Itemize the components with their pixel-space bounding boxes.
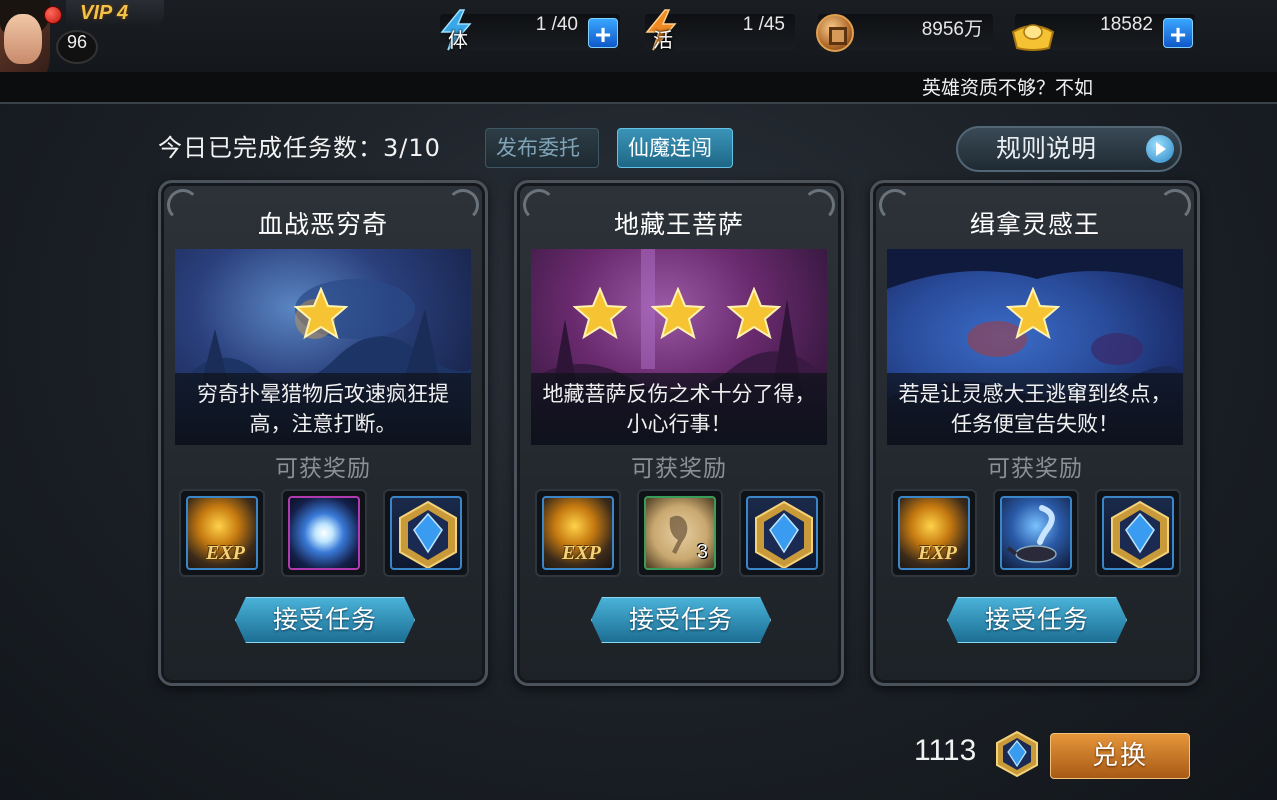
difficulty-star-icon (651, 287, 705, 339)
lightning-blue-icon: 体 (434, 8, 478, 52)
exp-label: EXP (562, 542, 601, 564)
mission-card: 缉拿灵感王 若是让灵感大王逃窜到终点，任务便宣告失败！ 可获奖励 EXP 接受任… (870, 180, 1200, 686)
reward-label: 可获奖励 (275, 456, 371, 482)
vigor-char: 活 (653, 28, 673, 52)
vip-badge[interactable]: VIP 4 (66, 0, 164, 28)
player-level: 96 (56, 30, 98, 64)
copper-value: 8956万 (921, 19, 983, 40)
mission-title: 地藏王菩萨 (613, 210, 744, 239)
copper-resource: 8956万 (816, 14, 993, 52)
mission-description: 若是让灵感大王逃窜到终点，任务便宣告失败！ (887, 373, 1183, 445)
blue-gem-icon (746, 496, 818, 570)
difficulty-star-icon (1006, 287, 1060, 339)
exp-label: EXP (206, 542, 245, 564)
vigor-resource: 活 1 /45 (645, 9, 795, 52)
reward-label: 可获奖励 (631, 456, 727, 482)
magic-lamp-icon (1000, 496, 1072, 570)
stamina-resource: 体 1 /40 + (440, 9, 620, 52)
accept-mission-button[interactable]: 接受任务 (235, 597, 415, 643)
accept-mission-button[interactable]: 接受任务 (591, 597, 771, 643)
reward-items: EXP (177, 489, 473, 581)
stamina-char: 体 (448, 28, 468, 52)
gold-value: 18582 (1100, 14, 1153, 35)
tab-publish-commission[interactable]: 发布委托 (485, 128, 599, 168)
exp-label: EXP (918, 542, 957, 564)
gold-ingot-icon (1009, 18, 1057, 52)
reward-item[interactable]: EXP (179, 489, 265, 577)
mission-card: 血战恶穷奇 穷奇扑晕猎物后攻速疯狂提高，注意打断。 可获奖励 EXP 接受任务 (158, 180, 488, 686)
top-bar: VIP 4 96 体 1 /40 + 活 1 /45 8956万 18582 + (0, 0, 1277, 96)
completed-count: 今日已完成任务数：3/10 (158, 134, 441, 162)
difficulty-star-icon (573, 287, 627, 339)
stamina-value: 1 /40 (535, 14, 578, 35)
tab-xianmo-challenge[interactable]: 仙魔连闯 (617, 128, 733, 168)
reward-item[interactable] (1095, 489, 1181, 577)
accept-mission-button[interactable]: 接受任务 (947, 597, 1127, 643)
avatar-face (4, 14, 42, 64)
add-stamina-button[interactable]: + (588, 18, 618, 50)
scroll-icon: 3 (644, 496, 716, 570)
exchange-button[interactable]: 兑换 (1050, 733, 1190, 779)
play-arrow-icon (1146, 135, 1174, 163)
mission-description: 地藏菩萨反伤之术十分了得，小心行事！ (531, 373, 827, 445)
notification-dot (44, 6, 62, 24)
mission-title: 血战恶穷奇 (257, 210, 388, 239)
exp-icon: EXP (898, 496, 970, 570)
reward-label: 可获奖励 (987, 456, 1083, 482)
blue-gem-icon (1102, 496, 1174, 570)
announcement-text: 英雄资质不够？不如 (922, 77, 1094, 99)
spirit-orb-icon (288, 496, 360, 570)
blue-gem-icon (996, 730, 1038, 778)
mission-title: 缉拿灵感王 (969, 210, 1100, 239)
gem-points-value: 1113 (914, 734, 977, 767)
mission-description: 穷奇扑晕猎物后攻速疯狂提高，注意打断。 (175, 373, 471, 445)
exp-icon: EXP (186, 496, 258, 570)
reward-items: EXP (889, 489, 1185, 581)
copper-coin-icon (816, 14, 854, 52)
difficulty-star-icon (727, 287, 781, 339)
mission-card: 地藏王菩萨 地藏菩萨反伤之术十分了得，小心行事！ 可获奖励 EXP 3 接受任务 (514, 180, 844, 686)
vigor-value: 1 /45 (742, 14, 785, 35)
reward-item[interactable]: EXP (535, 489, 621, 577)
exp-icon: EXP (542, 496, 614, 570)
blue-gem-icon (390, 496, 462, 570)
add-gold-button[interactable]: + (1163, 18, 1193, 50)
reward-item[interactable] (739, 489, 825, 577)
difficulty-star-icon (294, 287, 348, 339)
rules-label: 规则说明 (996, 134, 1097, 163)
gold-resource: 18582 + (1011, 14, 1195, 51)
reward-item[interactable]: EXP (891, 489, 977, 577)
announcement-bar: 英雄资质不够？不如 (0, 72, 1277, 104)
rules-button[interactable]: 规则说明 (956, 126, 1182, 172)
reward-item[interactable] (993, 489, 1079, 577)
reward-item[interactable] (383, 489, 469, 577)
reward-item[interactable] (281, 489, 367, 577)
reward-item[interactable]: 3 (637, 489, 723, 577)
item-count: 3 (696, 541, 708, 563)
lightning-orange-icon: 活 (639, 8, 683, 52)
reward-items: EXP 3 (533, 489, 829, 581)
